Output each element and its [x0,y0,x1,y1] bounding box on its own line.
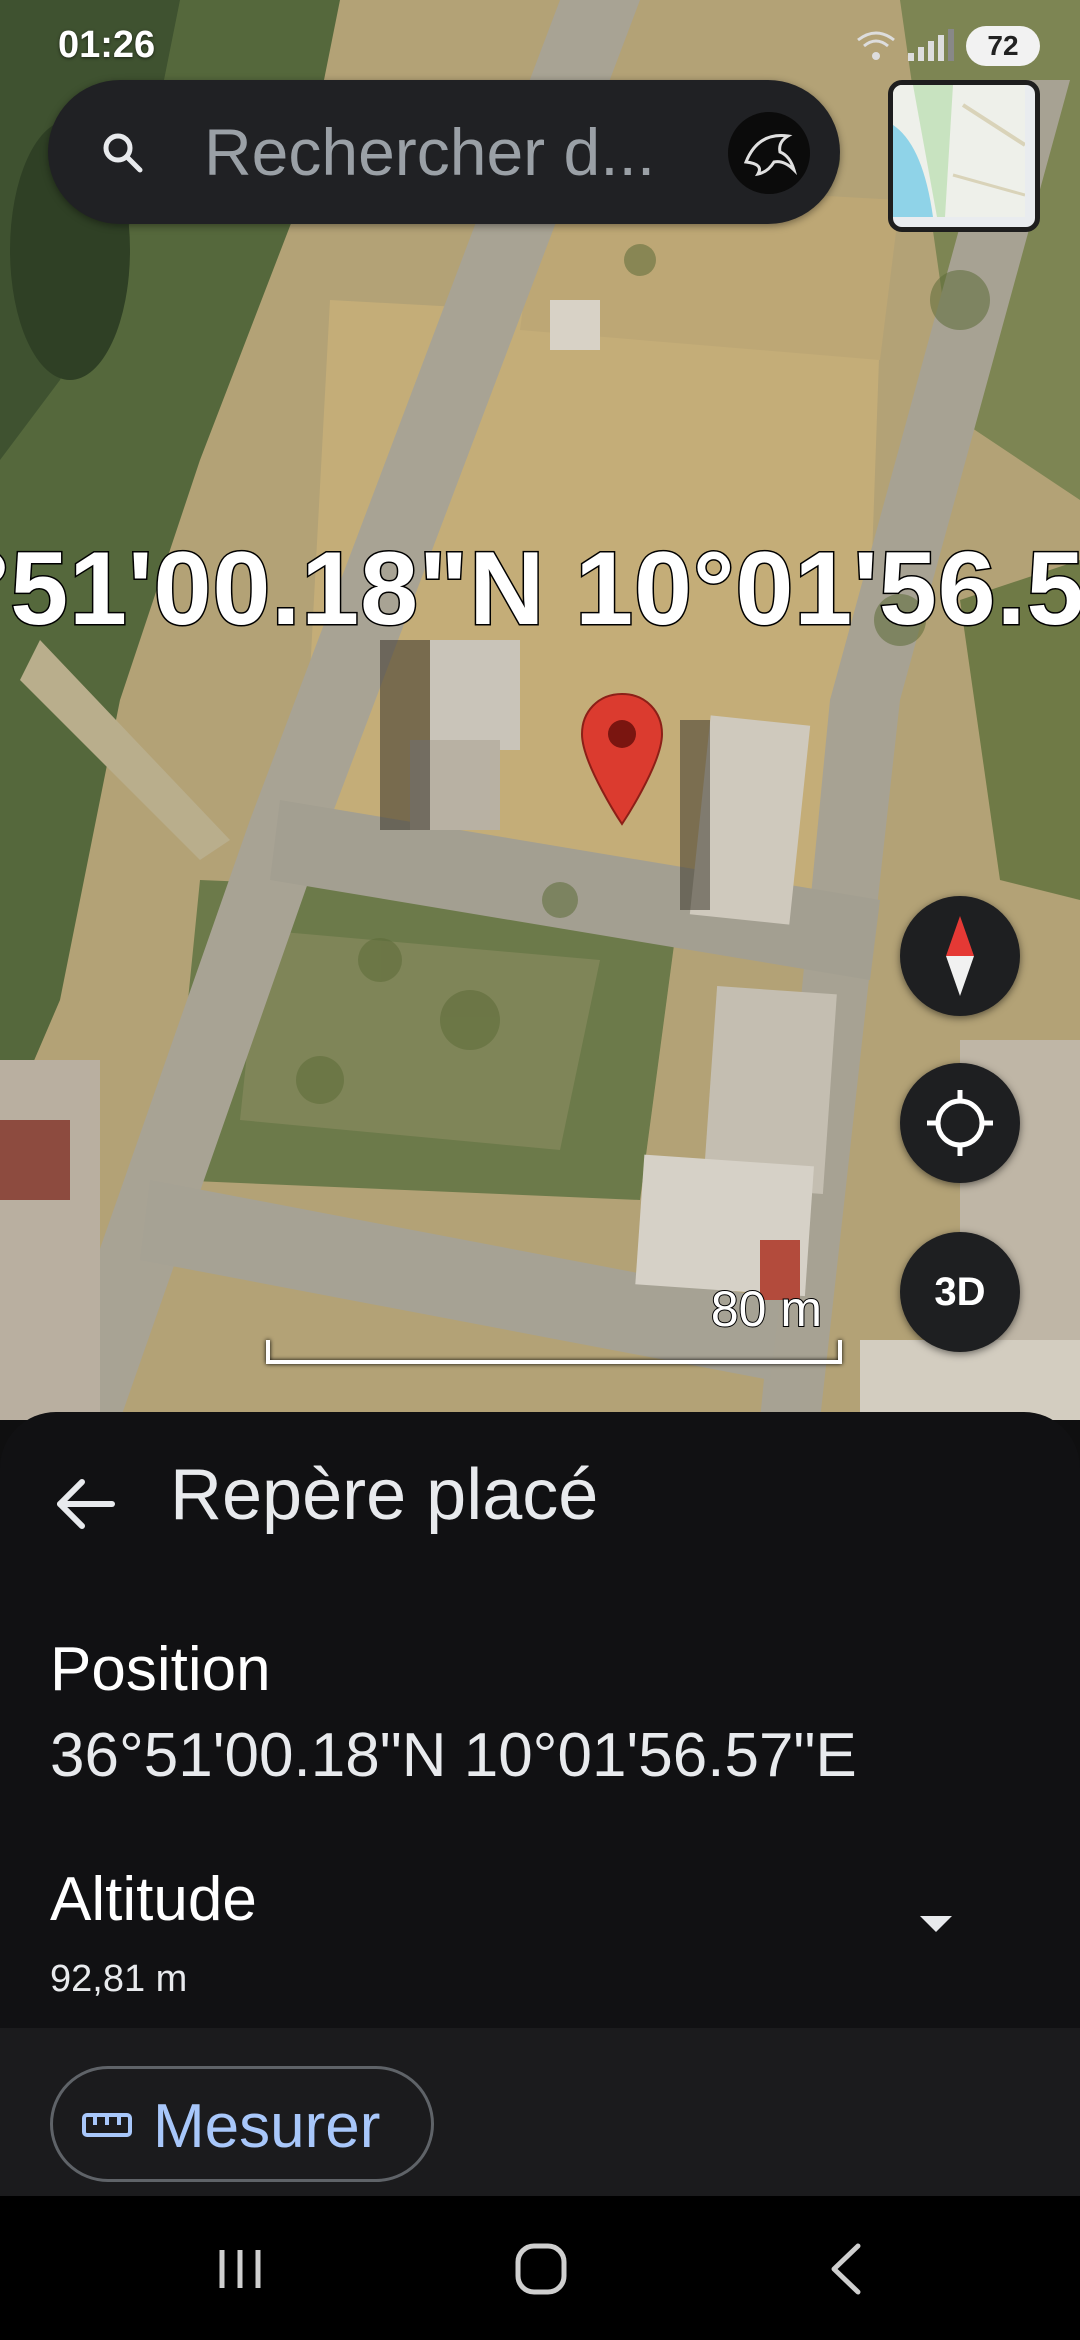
position-label: Position [50,1635,271,1704]
signal-icon [908,29,954,61]
placemark-sheet: Repère placé Position 36°51'00.18"N 10°0… [0,1412,1080,2198]
status-bar: 01:26 72 [0,0,1080,90]
action-strip: Mesurer [0,2028,1080,2198]
measure-label: Mesurer [153,2092,381,2161]
compass-icon [946,916,974,996]
compass-button[interactable] [900,896,1020,1016]
altitude-value: 92,81 m [50,1958,188,2000]
search-bar[interactable] [48,80,840,224]
search-input[interactable] [204,118,744,186]
map-layers-button[interactable] [888,80,1040,232]
battery-indicator: 72 [966,26,1040,66]
crosshair-icon [927,1090,993,1156]
recents-icon[interactable] [200,2236,280,2302]
back-icon[interactable] [806,2236,886,2302]
dragon-logo-icon [728,112,810,194]
scale-label: 80 m [710,1280,823,1338]
position-value: 36°51'00.18"N 10°01'56.57"E [50,1721,857,1790]
home-icon[interactable] [502,2236,582,2302]
scale-bar: 80 m [266,1280,842,1364]
dropdown-arrow-icon[interactable] [914,1908,958,1938]
measure-button[interactable]: Mesurer [50,2066,434,2182]
map-layer-thumbnail-icon [893,85,1027,217]
back-arrow-icon[interactable] [50,1468,122,1540]
status-icons: 72 [856,26,1040,66]
account-avatar[interactable] [728,112,810,194]
coordinates-overlay: 36°51'00.18"N 10°01'56.57"E [0,530,1080,649]
map-pin-icon[interactable] [580,692,664,826]
my-location-button[interactable] [900,1063,1020,1183]
3d-toggle-button[interactable]: 3D [900,1232,1020,1352]
ruler-icon [82,2113,132,2137]
status-time: 01:26 [58,24,156,66]
scale-line [266,1340,842,1364]
wifi-icon [857,31,895,60]
system-nav-bar [0,2196,1080,2340]
altitude-label: Altitude [50,1865,257,1934]
search-icon [103,133,143,173]
sheet-title: Repère placé [170,1455,599,1535]
